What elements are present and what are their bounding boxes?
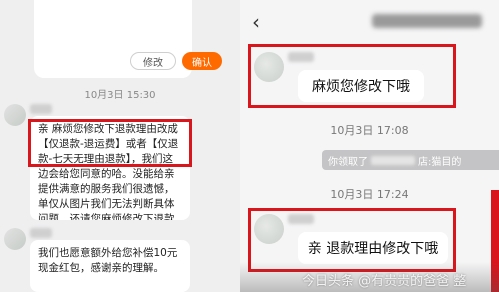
- timestamp: 10月3日 15:30: [84, 90, 156, 101]
- notice-suffix: 店:猫目的: [418, 156, 462, 168]
- highlight-box: [248, 44, 456, 108]
- highlight-box: [28, 119, 192, 167]
- chat-message-bubble: 我们也愿意额外给您补偿10元现金红包，感谢亲的理解。: [30, 240, 190, 292]
- edit-button[interactable]: 修改: [130, 52, 176, 70]
- left-chat-pane: 修改 确认 10月3日 15:30 亲 麻烦您修改下退款理由改成【仅退款-退运费…: [0, 0, 240, 292]
- timestamp: 10月3日 17:24: [330, 188, 409, 201]
- right-chat-pane: ‹ 麻烦您修改下哦 10月3日 17:08 你领取了 店:猫目的 10月3日 1…: [240, 0, 499, 292]
- blurred-username: [30, 228, 52, 238]
- blurred-username: [30, 104, 52, 114]
- blurred-shop-title: [372, 14, 482, 28]
- notice-prefix: 你领取了: [328, 156, 368, 168]
- confirm-button[interactable]: 确认: [182, 52, 222, 70]
- coupon-notice[interactable]: 你领取了 店:猫目的: [322, 150, 499, 170]
- timestamp: 10月3日 17:08: [330, 124, 409, 137]
- watermark: 今日头条 @有贵贵的爸爸 整: [302, 274, 467, 289]
- order-card: 修改 确认: [34, 0, 222, 78]
- avatar: [4, 228, 26, 250]
- avatar: [4, 104, 26, 126]
- chevron-left-icon[interactable]: ‹: [252, 10, 260, 34]
- blurred-shop-name: [371, 155, 415, 165]
